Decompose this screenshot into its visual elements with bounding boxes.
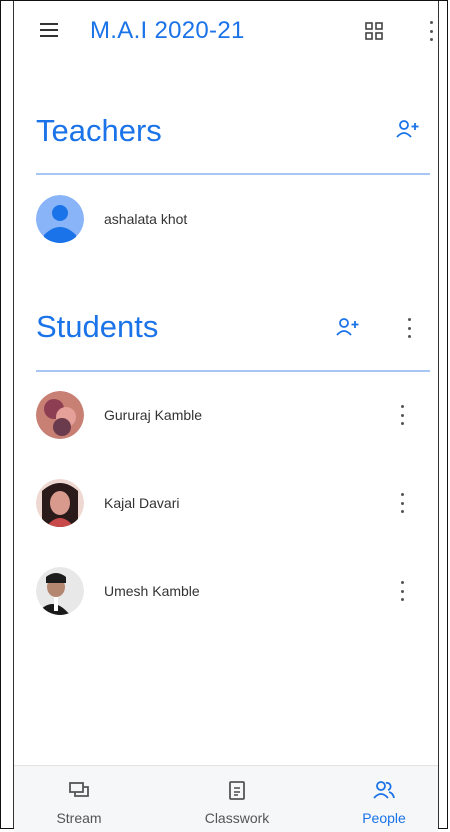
student-more-icon[interactable] — [400, 493, 404, 513]
students-more-icon[interactable] — [407, 318, 411, 338]
student-avatar — [36, 479, 84, 527]
nav-people-label: People — [362, 810, 406, 826]
student-more-icon[interactable] — [400, 405, 404, 425]
teachers-heading: Teachers — [36, 113, 162, 148]
stream-icon — [69, 782, 89, 797]
teacher-row[interactable]: ashalata khot — [36, 195, 430, 247]
class-title: M.A.I 2020-21 — [90, 17, 245, 44]
app-viewport: M.A.I 2020-21 Teachers ashalata khot Stu… — [13, 1, 439, 832]
student-more-icon[interactable] — [400, 581, 404, 601]
students-divider — [36, 370, 430, 372]
qr-grid-icon[interactable] — [365, 22, 383, 40]
student-name: Kajal Davari — [104, 495, 180, 511]
classwork-icon — [229, 781, 245, 800]
people-icon — [373, 781, 395, 799]
nav-stream[interactable]: Stream — [19, 766, 139, 832]
nav-classwork-label: Classwork — [204, 810, 270, 826]
student-name: Umesh Kamble — [104, 583, 200, 599]
student-avatar — [36, 567, 84, 615]
student-row[interactable]: Gururaj Kamble — [36, 391, 430, 443]
add-student-icon[interactable] — [336, 317, 360, 337]
default-avatar-icon — [36, 195, 84, 243]
nav-stream-label: Stream — [56, 810, 102, 826]
teacher-name: ashalata khot — [104, 211, 188, 227]
nav-people[interactable]: People — [324, 766, 444, 832]
menu-icon[interactable] — [40, 23, 58, 39]
app-bar: M.A.I 2020-21 — [14, 1, 438, 63]
student-row[interactable]: Umesh Kamble — [36, 567, 430, 619]
teachers-divider — [36, 173, 430, 175]
students-heading: Students — [36, 309, 159, 344]
student-row[interactable]: Kajal Davari — [36, 479, 430, 531]
more-vertical-icon[interactable] — [429, 21, 433, 41]
add-teacher-icon[interactable] — [396, 119, 420, 139]
student-avatar — [36, 391, 84, 439]
app-frame: M.A.I 2020-21 Teachers ashalata khot Stu… — [0, 0, 448, 832]
bottom-nav: Stream Classwork People — [14, 765, 438, 832]
student-name: Gururaj Kamble — [104, 407, 203, 423]
nav-classwork[interactable]: Classwork — [177, 766, 297, 832]
